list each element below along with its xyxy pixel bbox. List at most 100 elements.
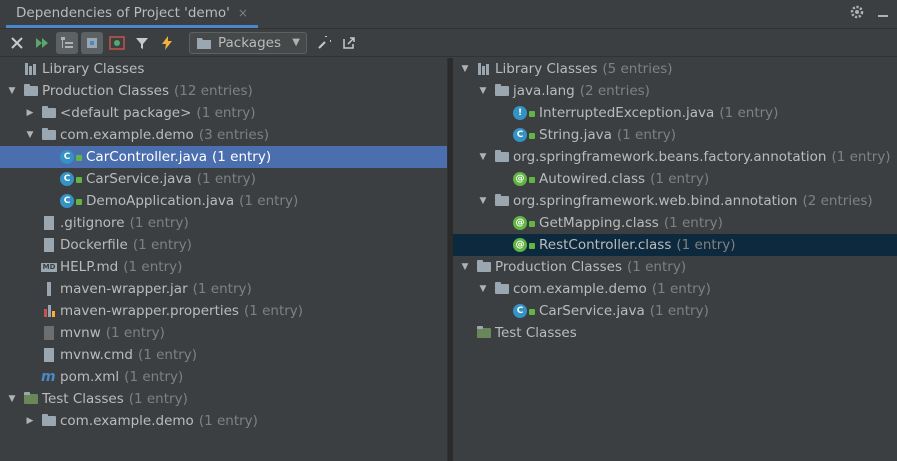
tree-row-count: (1 entry) (239, 193, 299, 209)
left-tree-pane[interactable]: Library Classes ▼ Production Classes (12 en… (0, 58, 447, 461)
tree-row-name: com.example.demo (60, 127, 194, 143)
tree-row[interactable]: Test Classes (453, 322, 897, 344)
export-button[interactable] (338, 32, 360, 54)
flatten-packages-button[interactable] (56, 31, 78, 54)
filter-button[interactable] (131, 32, 153, 54)
right-tree-pane[interactable]: ▼ Library Classes (5 entries) ▼ java.lang (2 … (453, 58, 897, 461)
chevron-down-icon[interactable]: ▼ (7, 394, 17, 404)
show-files-button[interactable] (81, 31, 103, 54)
chevron-down-icon[interactable]: ▼ (478, 152, 488, 162)
tree-row[interactable]: ▶ com.example.demo (1 entry) (0, 410, 447, 432)
chevron-down-icon[interactable]: ▼ (460, 64, 470, 74)
chevron-down-icon[interactable]: ▼ (478, 86, 488, 96)
library-icon (23, 61, 39, 77)
tree-row-name: <default package> (60, 105, 192, 121)
tree-row[interactable]: m pom.xml (1 entry) (0, 366, 447, 388)
tree-row[interactable]: ▼ com.example.demo (1 entry) (453, 278, 897, 300)
tree-row[interactable]: maven-wrapper.jar (1 entry) (0, 278, 447, 300)
tree-row-count: (1 entry) (676, 237, 736, 253)
tree-row[interactable]: ▼ Library Classes (5 entries) (453, 58, 897, 80)
scope-dropdown-label: Packages (218, 34, 281, 51)
shell-icon (41, 325, 57, 341)
tree-row[interactable]: C String.java (1 entry) (453, 124, 897, 146)
tree-row-count: (1 entry) (651, 281, 711, 297)
class-icon: C (59, 149, 83, 165)
tree-row-name: pom.xml (60, 369, 120, 385)
chevron-right-icon[interactable]: ▶ (25, 108, 35, 118)
tab-dependencies[interactable]: Dependencies of Project 'demo' × (6, 0, 258, 28)
tree-row-name: CarService.java (86, 171, 192, 187)
tree-row[interactable]: ▼ com.example.demo (3 entries) (0, 124, 447, 146)
tree-row[interactable]: ▶ <default package> (1 entry) (0, 102, 447, 124)
tree-row[interactable]: ▼ org.springframework.web.bind.annotation… (453, 190, 897, 212)
tree-row-count: (1 entry) (124, 369, 184, 385)
fast-forward-icon (36, 37, 48, 48)
mark-illegal-button[interactable] (156, 32, 178, 54)
tree-row[interactable]: ▼ java.lang (2 entries) (453, 80, 897, 102)
chevron-down-icon[interactable]: ▼ (460, 262, 470, 272)
tree-row[interactable]: ▼ Production Classes (12 entries) (0, 80, 447, 102)
tree-row[interactable]: C CarController.java (1 entry) (0, 146, 447, 168)
tree-row-name: com.example.demo (60, 413, 194, 429)
tree-row-count: (1 entry) (198, 413, 258, 429)
tree-row[interactable]: C CarService.java (1 entry) (0, 168, 447, 190)
tree-row-count: (1 entry) (196, 105, 256, 121)
tree-icon (61, 36, 73, 48)
tree-row[interactable]: ▼ Test Classes (1 entry) (0, 388, 447, 410)
export-arrow-icon (343, 36, 355, 49)
tree-row[interactable]: @ Autowired.class (1 entry) (453, 168, 897, 190)
cycle-icon (109, 35, 125, 50)
gear-icon[interactable] (849, 4, 865, 20)
tree-row[interactable]: C CarService.java (1 entry) (453, 300, 897, 322)
tree-row-count: (1 entry) (663, 215, 723, 231)
class-icon: C (59, 171, 83, 187)
tree-row[interactable]: Dockerfile (1 entry) (0, 234, 447, 256)
tree-row-name: CarService.java (539, 303, 645, 319)
tree-row-count: (1 entry) (616, 127, 676, 143)
tree-row-name: Production Classes (495, 259, 622, 275)
tree-row[interactable]: ▼ org.springframework.beans.factory.annot… (453, 146, 897, 168)
tree-row-count: (1 entry) (719, 105, 779, 121)
rerun-button[interactable] (31, 32, 53, 54)
tree-row-name: Production Classes (42, 83, 169, 99)
minimize-icon[interactable] (875, 4, 891, 20)
tree-row[interactable]: mvnw.cmd (1 entry) (0, 344, 447, 366)
tree-row[interactable]: @ GetMapping.class (1 entry) (453, 212, 897, 234)
tree-row[interactable]: .gitignore (1 entry) (0, 212, 447, 234)
tree-row[interactable]: ! InterruptedException.java (1 entry) (453, 102, 897, 124)
package-folder-icon (41, 127, 57, 143)
header-actions (849, 4, 891, 20)
class-icon: C (59, 193, 83, 209)
maven-icon: m (41, 369, 56, 385)
tree-row-count: (1 entry) (105, 325, 165, 341)
close-icon[interactable]: × (238, 6, 248, 20)
tree-row[interactable]: MD HELP.md (1 entry) (0, 256, 447, 278)
tree-row-count: (1 entry) (243, 303, 304, 319)
scope-dropdown[interactable]: Packages ▼ (189, 31, 307, 54)
tree-row-count: (12 entries) (173, 83, 253, 99)
chevron-down-icon[interactable]: ▼ (7, 86, 17, 96)
tree-row[interactable]: @ RestController.class (1 entry) (453, 234, 897, 256)
tree-row[interactable]: maven-wrapper.properties (1 entry) (0, 300, 447, 322)
chevron-down-icon[interactable]: ▼ (25, 130, 35, 140)
cyclic-dependencies-button[interactable] (106, 32, 128, 54)
tree-row[interactable]: mvnw (1 entry) (0, 322, 447, 344)
close-button[interactable] (6, 32, 28, 54)
tree-row-name: maven-wrapper.properties (60, 303, 239, 319)
annotation-icon: @ (512, 215, 536, 231)
chevron-right-icon[interactable]: ▶ (25, 416, 35, 426)
package-folder-icon (494, 83, 510, 99)
tree-row-name: InterruptedException.java (539, 105, 715, 121)
tree-row-count: (1 entry) (831, 149, 891, 165)
tree-row-count: (1 entry) (132, 237, 192, 253)
tree-row[interactable]: ▼ Production Classes (1 entry) (453, 256, 897, 278)
tree-row[interactable]: C DemoApplication.java (1 entry) (0, 190, 447, 212)
properties-icon (41, 303, 57, 319)
tree-row-name: DemoApplication.java (86, 193, 235, 209)
file-icon (41, 237, 57, 253)
chevron-down-icon[interactable]: ▼ (478, 284, 488, 294)
chevron-down-icon[interactable]: ▼ (478, 196, 488, 206)
settings-button[interactable] (313, 32, 335, 54)
tree-row-name: CarController.java (86, 149, 207, 165)
tree-row[interactable]: Library Classes (0, 58, 447, 80)
